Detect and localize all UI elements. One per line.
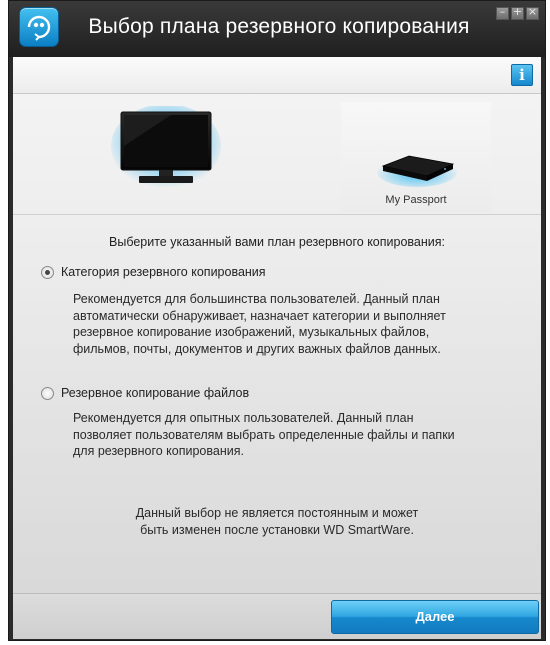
minimize-icon[interactable]: – [496,5,509,20]
maximize-icon[interactable]: + [511,5,524,20]
monitor-icon [111,106,221,188]
note-line: Данный выбор не является постоянным и мо… [135,506,419,520]
drive-label: My Passport [385,194,447,206]
category-backup-radio[interactable] [41,266,54,279]
description-line: автоматически обнаруживает, назначает ка… [73,308,446,323]
description-line: резервное копирование изображений, музык… [73,325,430,339]
file-backup-radio[interactable] [41,387,54,400]
window-title: Выбор плана резервного копирования [88,15,470,38]
description-line: Рекомендуется для опытных пользователей.… [73,411,414,425]
close-icon[interactable]: × [526,5,539,20]
description-line: Рекомендуется для большинства пользовате… [73,292,440,306]
external-drive-icon [377,155,457,187]
app-window: Выбор плана резервного копирования – + ×… [8,0,546,641]
plan-change-note: Данный выбор не является постоянным и мо… [13,505,541,539]
category-backup-label[interactable]: Категория резервного копирования [61,265,266,279]
description-line: фильмов, почты, документов и других важн… [73,341,441,356]
description-line: для резервного копирования. [73,444,244,458]
title-bar[interactable]: Выбор плана резервного копирования – + × [9,1,545,57]
dialog-content: i My Passport Выберите указанный вами пл… [13,57,541,639]
note-line: быть изменен после установки WD SmartWar… [140,523,414,537]
plan-prompt: Выберите указанный вами план резервного … [109,235,445,249]
toolbar: i [13,57,541,94]
file-backup-label[interactable]: Резервное копирование файлов [61,386,249,400]
file-backup-description: Рекомендуется для опытных пользователей.… [73,410,513,460]
category-backup-description: Рекомендуется для большинства пользовате… [73,291,513,357]
wd-smartware-app-icon [19,7,59,47]
window-controls: – + × [496,5,539,20]
dialog-footer: Далее [13,593,541,639]
drive-tile: My Passport [341,102,491,212]
info-button[interactable]: i [511,64,533,86]
description-line: позволяет пользователям выбрать определе… [73,427,455,442]
next-button[interactable]: Далее [331,600,539,634]
device-panel: My Passport [13,94,541,215]
